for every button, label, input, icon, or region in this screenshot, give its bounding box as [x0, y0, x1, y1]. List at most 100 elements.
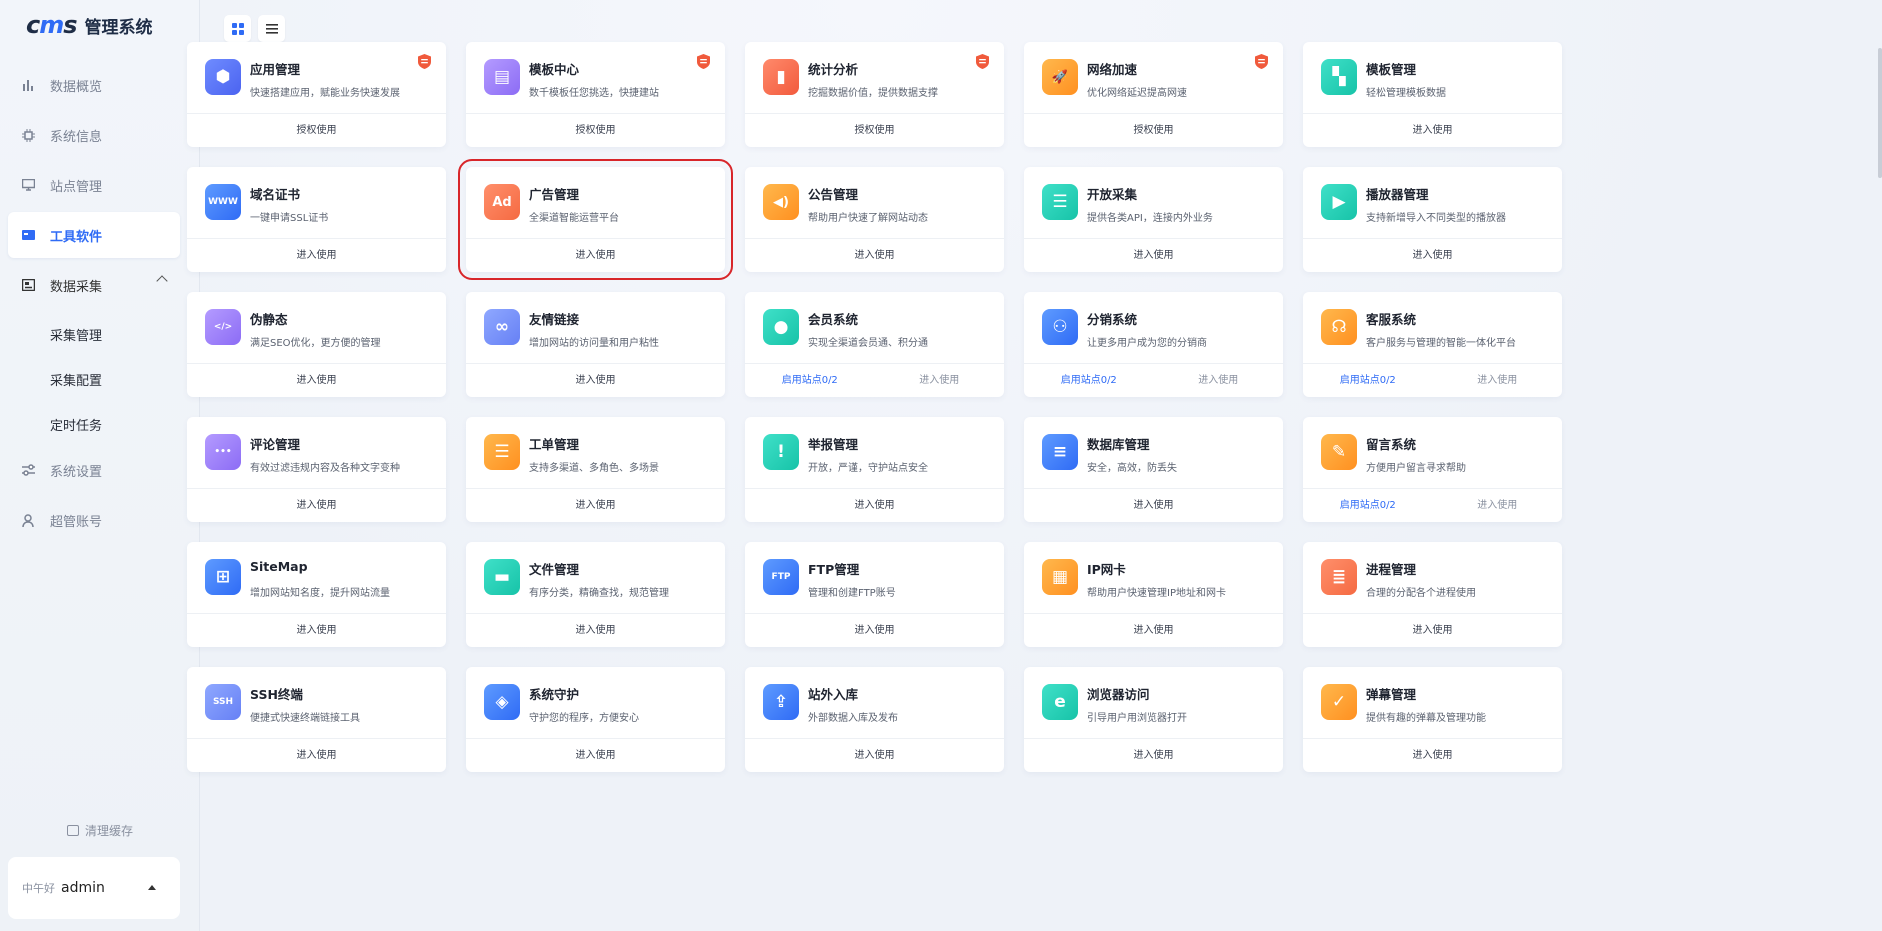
enter-button[interactable]: 进入使用 [187, 489, 446, 522]
sidebar-item-label: 系统信息 [50, 129, 103, 145]
tool-card[interactable]: ⚇ 分销系统 让更多用户成为您的分销商 启用站点0/2 进入使用 [1024, 292, 1283, 397]
sidebar-subitem[interactable]: 采集配置 [8, 357, 180, 402]
list-view-toggle[interactable] [258, 15, 285, 42]
sidebar-item[interactable]: 数据概览 [8, 62, 180, 108]
enter-button[interactable]: 进入使用 [1303, 614, 1562, 647]
enter-button[interactable]: 授权使用 [187, 114, 446, 147]
tool-card[interactable]: ▚ 模板管理 轻松管理模板数据 进入使用 [1303, 42, 1562, 147]
collect-icon [20, 277, 36, 293]
tool-card[interactable]: ● 会员系统 实现全渠道会员通、积分通 启用站点0/2 进入使用 [745, 292, 1004, 397]
enable-site-button[interactable]: 启用站点0/2 [1303, 489, 1433, 522]
enter-button[interactable]: 进入使用 [1303, 239, 1562, 272]
sidebar-item[interactable]: 系统信息 [8, 112, 180, 158]
tool-card[interactable]: ≡ 数据库管理 安全，高效，防丢失 进入使用 [1024, 417, 1283, 522]
enter-button[interactable]: 进入使用 [466, 239, 725, 272]
sidebar-item[interactable]: 系统设置 [8, 447, 180, 493]
tool-card[interactable]: ▶ 播放器管理 支持新增导入不同类型的播放器 进入使用 [1303, 167, 1562, 272]
sidebar-item[interactable]: 站点管理 [8, 162, 180, 208]
tool-card[interactable]: ☰ 开放采集 提供各类API，连接内外业务 进入使用 [1024, 167, 1283, 272]
enter-button[interactable]: 进入使用 [1024, 489, 1283, 522]
tool-card[interactable]: ▦ IP网卡 帮助用户快速管理IP地址和网卡 进入使用 [1024, 542, 1283, 647]
enable-site-button[interactable]: 启用站点0/2 [1024, 364, 1154, 397]
enter-button[interactable]: 进入使用 [1154, 364, 1284, 397]
tool-card[interactable]: ⬢ 应用管理 快速搭建应用，赋能业务快速发展 授权使用 [187, 42, 446, 147]
tool-card[interactable]: ☰ 工单管理 支持多渠道、多角色、多场景 进入使用 [466, 417, 725, 522]
tool-card-title: 模板管理 [1366, 62, 1417, 77]
tool-card[interactable]: ▤ 模板中心 数千模板任您挑选，快捷建站 授权使用 [466, 42, 725, 147]
enter-button[interactable]: 进入使用 [875, 364, 1005, 397]
user-menu[interactable]: 中午好 admin [8, 857, 180, 919]
tool-card-title: 统计分析 [808, 62, 859, 77]
tool-card-desc: 快速搭建应用，赋能业务快速发展 [250, 88, 400, 99]
enter-button[interactable]: 进入使用 [1024, 239, 1283, 272]
tool-card[interactable]: ✓ 弹幕管理 提供有趣的弹幕及管理功能 进入使用 [1303, 667, 1562, 772]
enter-button[interactable]: 进入使用 [745, 614, 1004, 647]
tool-card-footer: 启用站点0/2 进入使用 [1303, 488, 1562, 522]
enter-button[interactable]: 进入使用 [187, 614, 446, 647]
enter-button[interactable]: 进入使用 [1024, 739, 1283, 772]
tool-card[interactable]: ▬ 文件管理 有序分类，精确查找，规范管理 进入使用 [466, 542, 725, 647]
clear-cache-label: 清理缓存 [84, 824, 133, 838]
enable-site-button[interactable]: 启用站点0/2 [1303, 364, 1433, 397]
enter-button[interactable]: 进入使用 [1433, 489, 1563, 522]
sidebar-subitem[interactable]: 采集管理 [8, 312, 180, 357]
clear-cache-button[interactable]: 清理缓存 [0, 822, 200, 839]
logo-mark: cms [26, 11, 78, 39]
ad-icon: Ad [484, 184, 520, 220]
enter-button[interactable]: 授权使用 [466, 114, 725, 147]
tool-card-title: SiteMap [250, 559, 308, 574]
enter-button[interactable]: 进入使用 [745, 739, 1004, 772]
tool-card[interactable]: ••• 评论管理 有效过滤违规内容及各种文字变种 进入使用 [187, 417, 446, 522]
tool-card[interactable]: </> 伪静态 满足SEO优化，更方便的管理 进入使用 [187, 292, 446, 397]
enter-button[interactable]: 进入使用 [187, 364, 446, 397]
enter-button[interactable]: 进入使用 [466, 489, 725, 522]
tool-card[interactable]: ◈ 系统守护 守护您的程序，方便安心 进入使用 [466, 667, 725, 772]
tool-card[interactable]: WWW 域名证书 一键申请SSL证书 进入使用 [187, 167, 446, 272]
enter-button[interactable]: 进入使用 [1433, 364, 1563, 397]
tool-card[interactable]: ≣ 进程管理 合理的分配各个进程使用 进入使用 [1303, 542, 1562, 647]
enter-button[interactable]: 进入使用 [466, 614, 725, 647]
sidebar-item[interactable]: 超管账号 [8, 497, 180, 543]
enter-button[interactable]: 进入使用 [466, 739, 725, 772]
enter-button[interactable]: 进入使用 [1303, 739, 1562, 772]
tool-card-title: 域名证书 [250, 187, 301, 202]
tool-card[interactable]: ✎ 留言系统 方便用户留言寻求帮助 启用站点0/2 进入使用 [1303, 417, 1562, 522]
tool-card[interactable]: ∞ 友情链接 增加网站的访问量和用户粘性 进入使用 [466, 292, 725, 397]
tool-card[interactable]: e 浏览器访问 引导用户用浏览器打开 进入使用 [1024, 667, 1283, 772]
enter-button[interactable]: 进入使用 [187, 239, 446, 272]
www-icon: WWW [205, 184, 241, 220]
enter-button[interactable]: 授权使用 [1024, 114, 1283, 147]
tool-card[interactable]: ⇪ 站外入库 外部数据入库及发布 进入使用 [745, 667, 1004, 772]
tool-card[interactable]: SSH SSH终端 便捷式快速终端链接工具 进入使用 [187, 667, 446, 772]
sidebar-item[interactable]: 数据采集 [8, 262, 180, 308]
enable-site-button[interactable]: 启用站点0/2 [745, 364, 875, 397]
tool-card[interactable]: ◀) 公告管理 帮助用户快速了解网站动态 进入使用 [745, 167, 1004, 272]
sidebar-subitem[interactable]: 定时任务 [8, 402, 180, 447]
sidebar-item[interactable]: 工具软件 [8, 212, 180, 258]
sidebar-item-label: 系统设置 [50, 464, 103, 480]
enter-button[interactable]: 进入使用 [1303, 114, 1562, 147]
tool-card[interactable]: ☊ 客服系统 客户服务与管理的智能一体化平台 启用站点0/2 进入使用 [1303, 292, 1562, 397]
tool-card[interactable]: Ad 广告管理 全渠道智能运营平台 进入使用 [458, 159, 733, 280]
scrollbar[interactable] [1878, 48, 1882, 178]
tool-card-desc: 帮助用户快速管理IP地址和网卡 [1087, 588, 1226, 599]
enter-button[interactable]: 进入使用 [466, 364, 725, 397]
tool-card[interactable]: ! 举报管理 开放，严谨，守护站点安全 进入使用 [745, 417, 1004, 522]
enter-button[interactable]: 进入使用 [1024, 614, 1283, 647]
tool-card[interactable]: 🚀 网络加速 优化网络延迟提高网速 授权使用 [1024, 42, 1283, 147]
enter-button[interactable]: 进入使用 [745, 489, 1004, 522]
enter-button[interactable]: 进入使用 [187, 739, 446, 772]
tool-card[interactable]: ⊞ SiteMap 增加网站知名度，提升网站流量 进入使用 [187, 542, 446, 647]
enter-button[interactable]: 进入使用 [745, 239, 1004, 272]
tool-card-title: 模板中心 [529, 62, 580, 77]
tool-card-title: 评论管理 [250, 437, 301, 452]
grid-icon [231, 22, 244, 35]
tool-card-title: 浏览器访问 [1087, 687, 1150, 702]
tool-card-footer: 授权使用 [466, 113, 725, 147]
toolbox-icon [20, 227, 36, 243]
grid-view-toggle[interactable] [224, 15, 251, 42]
enter-button[interactable]: 授权使用 [745, 114, 1004, 147]
member-icon: ● [763, 309, 799, 345]
tool-card[interactable]: FTP FTP管理 管理和创建FTP账号 进入使用 [745, 542, 1004, 647]
tool-card[interactable]: ▮ 统计分析 挖掘数据价值，提供数据支撑 授权使用 [745, 42, 1004, 147]
